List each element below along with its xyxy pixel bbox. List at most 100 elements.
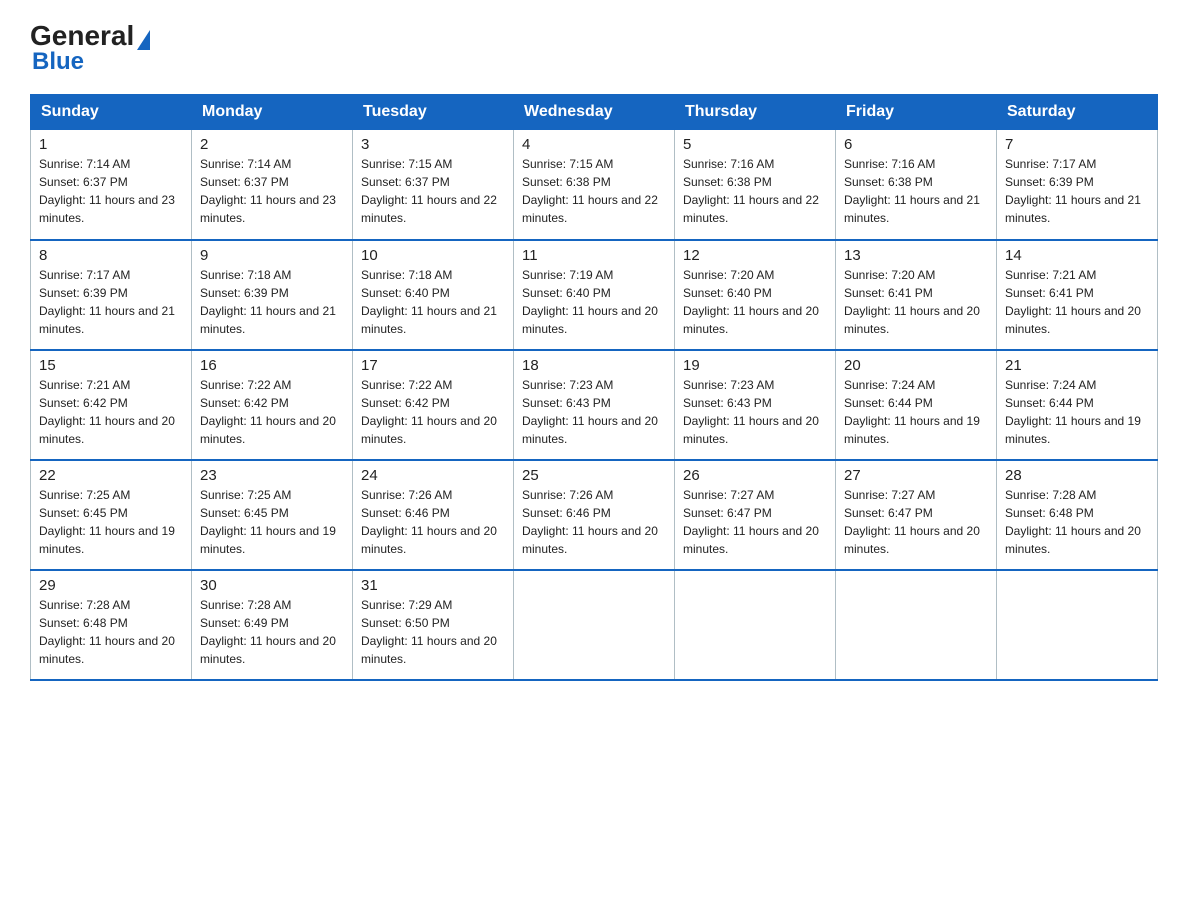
day-cell: 22Sunrise: 7:25 AMSunset: 6:45 PMDayligh… — [31, 460, 192, 570]
day-cell: 6 Sunrise: 7:16 AMSunset: 6:38 PMDaylight… — [836, 130, 997, 240]
day-info: Sunrise: 7:17 AMSunset: 6:39 PMDaylight:… — [1005, 155, 1149, 227]
day-number: 19 — [683, 357, 827, 374]
day-number: 18 — [522, 357, 666, 374]
col-header-monday: Monday — [192, 95, 353, 130]
day-info: Sunrise: 7:16 AMSunset: 6:38 PMDaylight:… — [844, 155, 988, 227]
day-number: 2 — [200, 136, 344, 153]
week-row-4: 22Sunrise: 7:25 AMSunset: 6:45 PMDayligh… — [31, 460, 1158, 570]
day-cell — [514, 570, 675, 680]
day-cell: 5 Sunrise: 7:16 AMSunset: 6:38 PMDaylight… — [675, 130, 836, 240]
day-number: 11 — [522, 247, 666, 264]
logo: General Blue — [30, 20, 150, 76]
day-info: Sunrise: 7:19 AMSunset: 6:40 PMDaylight:… — [522, 266, 666, 338]
day-info: Sunrise: 7:28 AMSunset: 6:49 PMDaylight:… — [200, 596, 344, 668]
day-cell: 9 Sunrise: 7:18 AMSunset: 6:39 PMDaylight… — [192, 240, 353, 350]
day-info: Sunrise: 7:25 AMSunset: 6:45 PMDaylight:… — [200, 486, 344, 558]
day-number: 26 — [683, 467, 827, 484]
day-info: Sunrise: 7:14 AMSunset: 6:37 PMDaylight:… — [200, 155, 344, 227]
day-info: Sunrise: 7:18 AMSunset: 6:39 PMDaylight:… — [200, 266, 344, 338]
col-header-saturday: Saturday — [997, 95, 1158, 130]
day-cell: 10 Sunrise: 7:18 AMSunset: 6:40 PMDayligh… — [353, 240, 514, 350]
day-info: Sunrise: 7:28 AMSunset: 6:48 PMDaylight:… — [1005, 486, 1149, 558]
col-header-wednesday: Wednesday — [514, 95, 675, 130]
col-header-sunday: Sunday — [31, 95, 192, 130]
col-header-friday: Friday — [836, 95, 997, 130]
day-info: Sunrise: 7:15 AMSunset: 6:37 PMDaylight:… — [361, 155, 505, 227]
day-info: Sunrise: 7:18 AMSunset: 6:40 PMDaylight:… — [361, 266, 505, 338]
day-number: 14 — [1005, 247, 1149, 264]
day-cell: 17 Sunrise: 7:22 AMSunset: 6:42 PMDayligh… — [353, 350, 514, 460]
day-number: 15 — [39, 357, 183, 374]
day-info: Sunrise: 7:28 AMSunset: 6:48 PMDaylight:… — [39, 596, 183, 668]
calendar-header-row: SundayMondayTuesdayWednesdayThursdayFrid… — [31, 95, 1158, 130]
day-info: Sunrise: 7:24 AMSunset: 6:44 PMDaylight:… — [844, 376, 988, 448]
day-number: 20 — [844, 357, 988, 374]
day-number: 4 — [522, 136, 666, 153]
day-cell — [675, 570, 836, 680]
day-info: Sunrise: 7:23 AMSunset: 6:43 PMDaylight:… — [683, 376, 827, 448]
day-number: 5 — [683, 136, 827, 153]
day-number: 12 — [683, 247, 827, 264]
col-header-thursday: Thursday — [675, 95, 836, 130]
week-row-3: 15Sunrise: 7:21 AMSunset: 6:42 PMDayligh… — [31, 350, 1158, 460]
day-cell: 21Sunrise: 7:24 AMSunset: 6:44 PMDayligh… — [997, 350, 1158, 460]
day-number: 6 — [844, 136, 988, 153]
day-cell: 19 Sunrise: 7:23 AMSunset: 6:43 PMDayligh… — [675, 350, 836, 460]
day-number: 1 — [39, 136, 183, 153]
day-number: 16 — [200, 357, 344, 374]
day-number: 17 — [361, 357, 505, 374]
day-info: Sunrise: 7:16 AMSunset: 6:38 PMDaylight:… — [683, 155, 827, 227]
day-cell: 8 Sunrise: 7:17 AMSunset: 6:39 PMDaylight… — [31, 240, 192, 350]
day-cell: 20 Sunrise: 7:24 AMSunset: 6:44 PMDayligh… — [836, 350, 997, 460]
day-cell: 25Sunrise: 7:26 AMSunset: 6:46 PMDayligh… — [514, 460, 675, 570]
day-info: Sunrise: 7:20 AMSunset: 6:41 PMDaylight:… — [844, 266, 988, 338]
day-cell: 29 Sunrise: 7:28 AMSunset: 6:48 PMDayligh… — [31, 570, 192, 680]
day-info: Sunrise: 7:25 AMSunset: 6:45 PMDaylight:… — [39, 486, 183, 558]
day-cell: 24 Sunrise: 7:26 AMSunset: 6:46 PMDayligh… — [353, 460, 514, 570]
day-number: 3 — [361, 136, 505, 153]
day-cell: 23 Sunrise: 7:25 AMSunset: 6:45 PMDayligh… — [192, 460, 353, 570]
day-cell — [997, 570, 1158, 680]
day-cell: 18 Sunrise: 7:23 AMSunset: 6:43 PMDayligh… — [514, 350, 675, 460]
day-cell: 15Sunrise: 7:21 AMSunset: 6:42 PMDayligh… — [31, 350, 192, 460]
day-cell: 2 Sunrise: 7:14 AMSunset: 6:37 PMDaylight… — [192, 130, 353, 240]
week-row-2: 8 Sunrise: 7:17 AMSunset: 6:39 PMDaylight… — [31, 240, 1158, 350]
day-cell — [836, 570, 997, 680]
day-number: 23 — [200, 467, 344, 484]
day-cell: 1 Sunrise: 7:14 AMSunset: 6:37 PMDaylight… — [31, 130, 192, 240]
col-header-tuesday: Tuesday — [353, 95, 514, 130]
day-info: Sunrise: 7:14 AMSunset: 6:37 PMDaylight:… — [39, 155, 183, 227]
day-info: Sunrise: 7:22 AMSunset: 6:42 PMDaylight:… — [361, 376, 505, 448]
day-number: 8 — [39, 247, 183, 264]
day-number: 25 — [522, 467, 666, 484]
day-cell: 12 Sunrise: 7:20 AMSunset: 6:40 PMDayligh… — [675, 240, 836, 350]
day-number: 28 — [1005, 467, 1149, 484]
day-cell: 11 Sunrise: 7:19 AMSunset: 6:40 PMDayligh… — [514, 240, 675, 350]
day-cell: 7 Sunrise: 7:17 AMSunset: 6:39 PMDaylight… — [997, 130, 1158, 240]
day-cell: 14Sunrise: 7:21 AMSunset: 6:41 PMDayligh… — [997, 240, 1158, 350]
day-info: Sunrise: 7:22 AMSunset: 6:42 PMDaylight:… — [200, 376, 344, 448]
day-number: 7 — [1005, 136, 1149, 153]
day-info: Sunrise: 7:24 AMSunset: 6:44 PMDaylight:… — [1005, 376, 1149, 448]
day-info: Sunrise: 7:15 AMSunset: 6:38 PMDaylight:… — [522, 155, 666, 227]
day-cell: 4 Sunrise: 7:15 AMSunset: 6:38 PMDaylight… — [514, 130, 675, 240]
day-cell: 30Sunrise: 7:28 AMSunset: 6:49 PMDayligh… — [192, 570, 353, 680]
day-info: Sunrise: 7:20 AMSunset: 6:40 PMDaylight:… — [683, 266, 827, 338]
day-cell: 31Sunrise: 7:29 AMSunset: 6:50 PMDayligh… — [353, 570, 514, 680]
week-row-1: 1 Sunrise: 7:14 AMSunset: 6:37 PMDaylight… — [31, 130, 1158, 240]
day-info: Sunrise: 7:26 AMSunset: 6:46 PMDaylight:… — [361, 486, 505, 558]
day-number: 29 — [39, 577, 183, 594]
day-number: 9 — [200, 247, 344, 264]
day-info: Sunrise: 7:17 AMSunset: 6:39 PMDaylight:… — [39, 266, 183, 338]
day-number: 24 — [361, 467, 505, 484]
day-number: 27 — [844, 467, 988, 484]
day-info: Sunrise: 7:29 AMSunset: 6:50 PMDaylight:… — [361, 596, 505, 668]
day-cell: 3 Sunrise: 7:15 AMSunset: 6:37 PMDaylight… — [353, 130, 514, 240]
day-cell: 16 Sunrise: 7:22 AMSunset: 6:42 PMDayligh… — [192, 350, 353, 460]
day-info: Sunrise: 7:27 AMSunset: 6:47 PMDaylight:… — [683, 486, 827, 558]
day-cell: 27Sunrise: 7:27 AMSunset: 6:47 PMDayligh… — [836, 460, 997, 570]
page-header: General Blue — [30, 20, 1158, 76]
day-number: 10 — [361, 247, 505, 264]
day-cell: 13Sunrise: 7:20 AMSunset: 6:41 PMDayligh… — [836, 240, 997, 350]
day-info: Sunrise: 7:23 AMSunset: 6:43 PMDaylight:… — [522, 376, 666, 448]
